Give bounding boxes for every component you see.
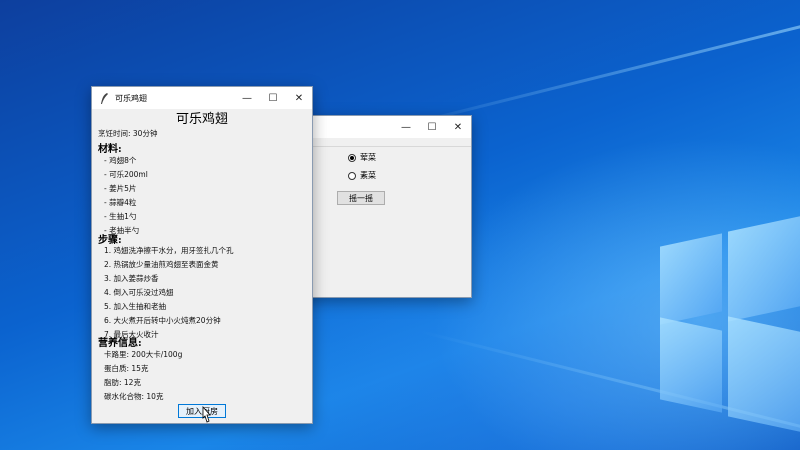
step-item: 5. 加入生抽和老抽 bbox=[104, 302, 167, 311]
recipe-window-titlebar[interactable]: 可乐鸡翅 — ☐ ✕ bbox=[92, 87, 312, 109]
feather-icon bbox=[98, 92, 110, 104]
mouse-cursor-icon bbox=[202, 406, 211, 423]
step-item: 6. 大火煮开后转中小火炖煮20分钟 bbox=[104, 316, 221, 325]
window-title: 可乐鸡翅 bbox=[115, 93, 147, 103]
radio-circle bbox=[348, 171, 356, 180]
step-item: 2. 热锅放少量油煎鸡翅至表面金黄 bbox=[104, 260, 219, 269]
radio-label: 素菜 bbox=[360, 171, 376, 180]
divider bbox=[301, 146, 471, 147]
recipe-title: 可乐鸡翅 bbox=[175, 112, 228, 127]
back-window-titlebar[interactable]: — ☐ ✕ bbox=[301, 116, 471, 138]
close-button[interactable]: ✕ bbox=[445, 116, 471, 138]
maximize-button[interactable]: ☐ bbox=[419, 116, 445, 138]
shake-button[interactable]: 摇一摇 bbox=[337, 191, 385, 205]
minimize-button[interactable]: — bbox=[393, 116, 419, 138]
nutrition-item: 蛋白质: 15克 bbox=[104, 364, 149, 373]
step-item: 1. 鸡翅洗净擦干水分，用牙签扎几个孔 bbox=[104, 246, 234, 255]
radio-vegetable[interactable]: 素菜 bbox=[348, 170, 376, 181]
ingredient-item: - 姜片5片 bbox=[104, 184, 137, 193]
minimize-button[interactable]: — bbox=[234, 87, 260, 109]
windows-logo bbox=[660, 210, 800, 436]
nutrition-item: 脂肪: 12克 bbox=[104, 378, 141, 387]
back-window: — ☐ ✕ 荤菜 素菜 摇一摇 bbox=[300, 115, 472, 298]
step-item: 4. 倒入可乐没过鸡翅 bbox=[104, 288, 174, 297]
ingredient-item: - 蒜瓣4粒 bbox=[104, 198, 137, 207]
ingredient-item: - 生抽1勺 bbox=[104, 212, 137, 221]
recipe-window: 可乐鸡翅 — ☐ ✕ 可乐鸡翅 烹饪时间: 30分钟 材料: - 鸡翅8个 - … bbox=[91, 86, 313, 424]
nutrition-item: 碳水化合物: 10克 bbox=[104, 392, 164, 401]
light-beam bbox=[379, 4, 800, 133]
close-button[interactable]: ✕ bbox=[286, 87, 312, 109]
ingredient-item: - 可乐200ml bbox=[104, 170, 148, 179]
ingredients-heading: 材料: bbox=[98, 144, 122, 155]
ingredient-item: - 鸡翅8个 bbox=[104, 156, 137, 165]
radio-meat[interactable]: 荤菜 bbox=[348, 152, 376, 163]
radio-circle bbox=[348, 153, 356, 162]
maximize-button[interactable]: ☐ bbox=[260, 87, 286, 109]
cook-time: 烹饪时间: 30分钟 bbox=[98, 129, 158, 138]
nutrition-item: 卡路里: 200大卡/100g bbox=[104, 350, 183, 359]
step-item: 3. 加入姜蒜炒香 bbox=[104, 274, 159, 283]
nutrition-heading: 营养信息: bbox=[98, 338, 142, 349]
steps-heading: 步骤: bbox=[98, 235, 122, 246]
radio-label: 荤菜 bbox=[360, 153, 376, 162]
